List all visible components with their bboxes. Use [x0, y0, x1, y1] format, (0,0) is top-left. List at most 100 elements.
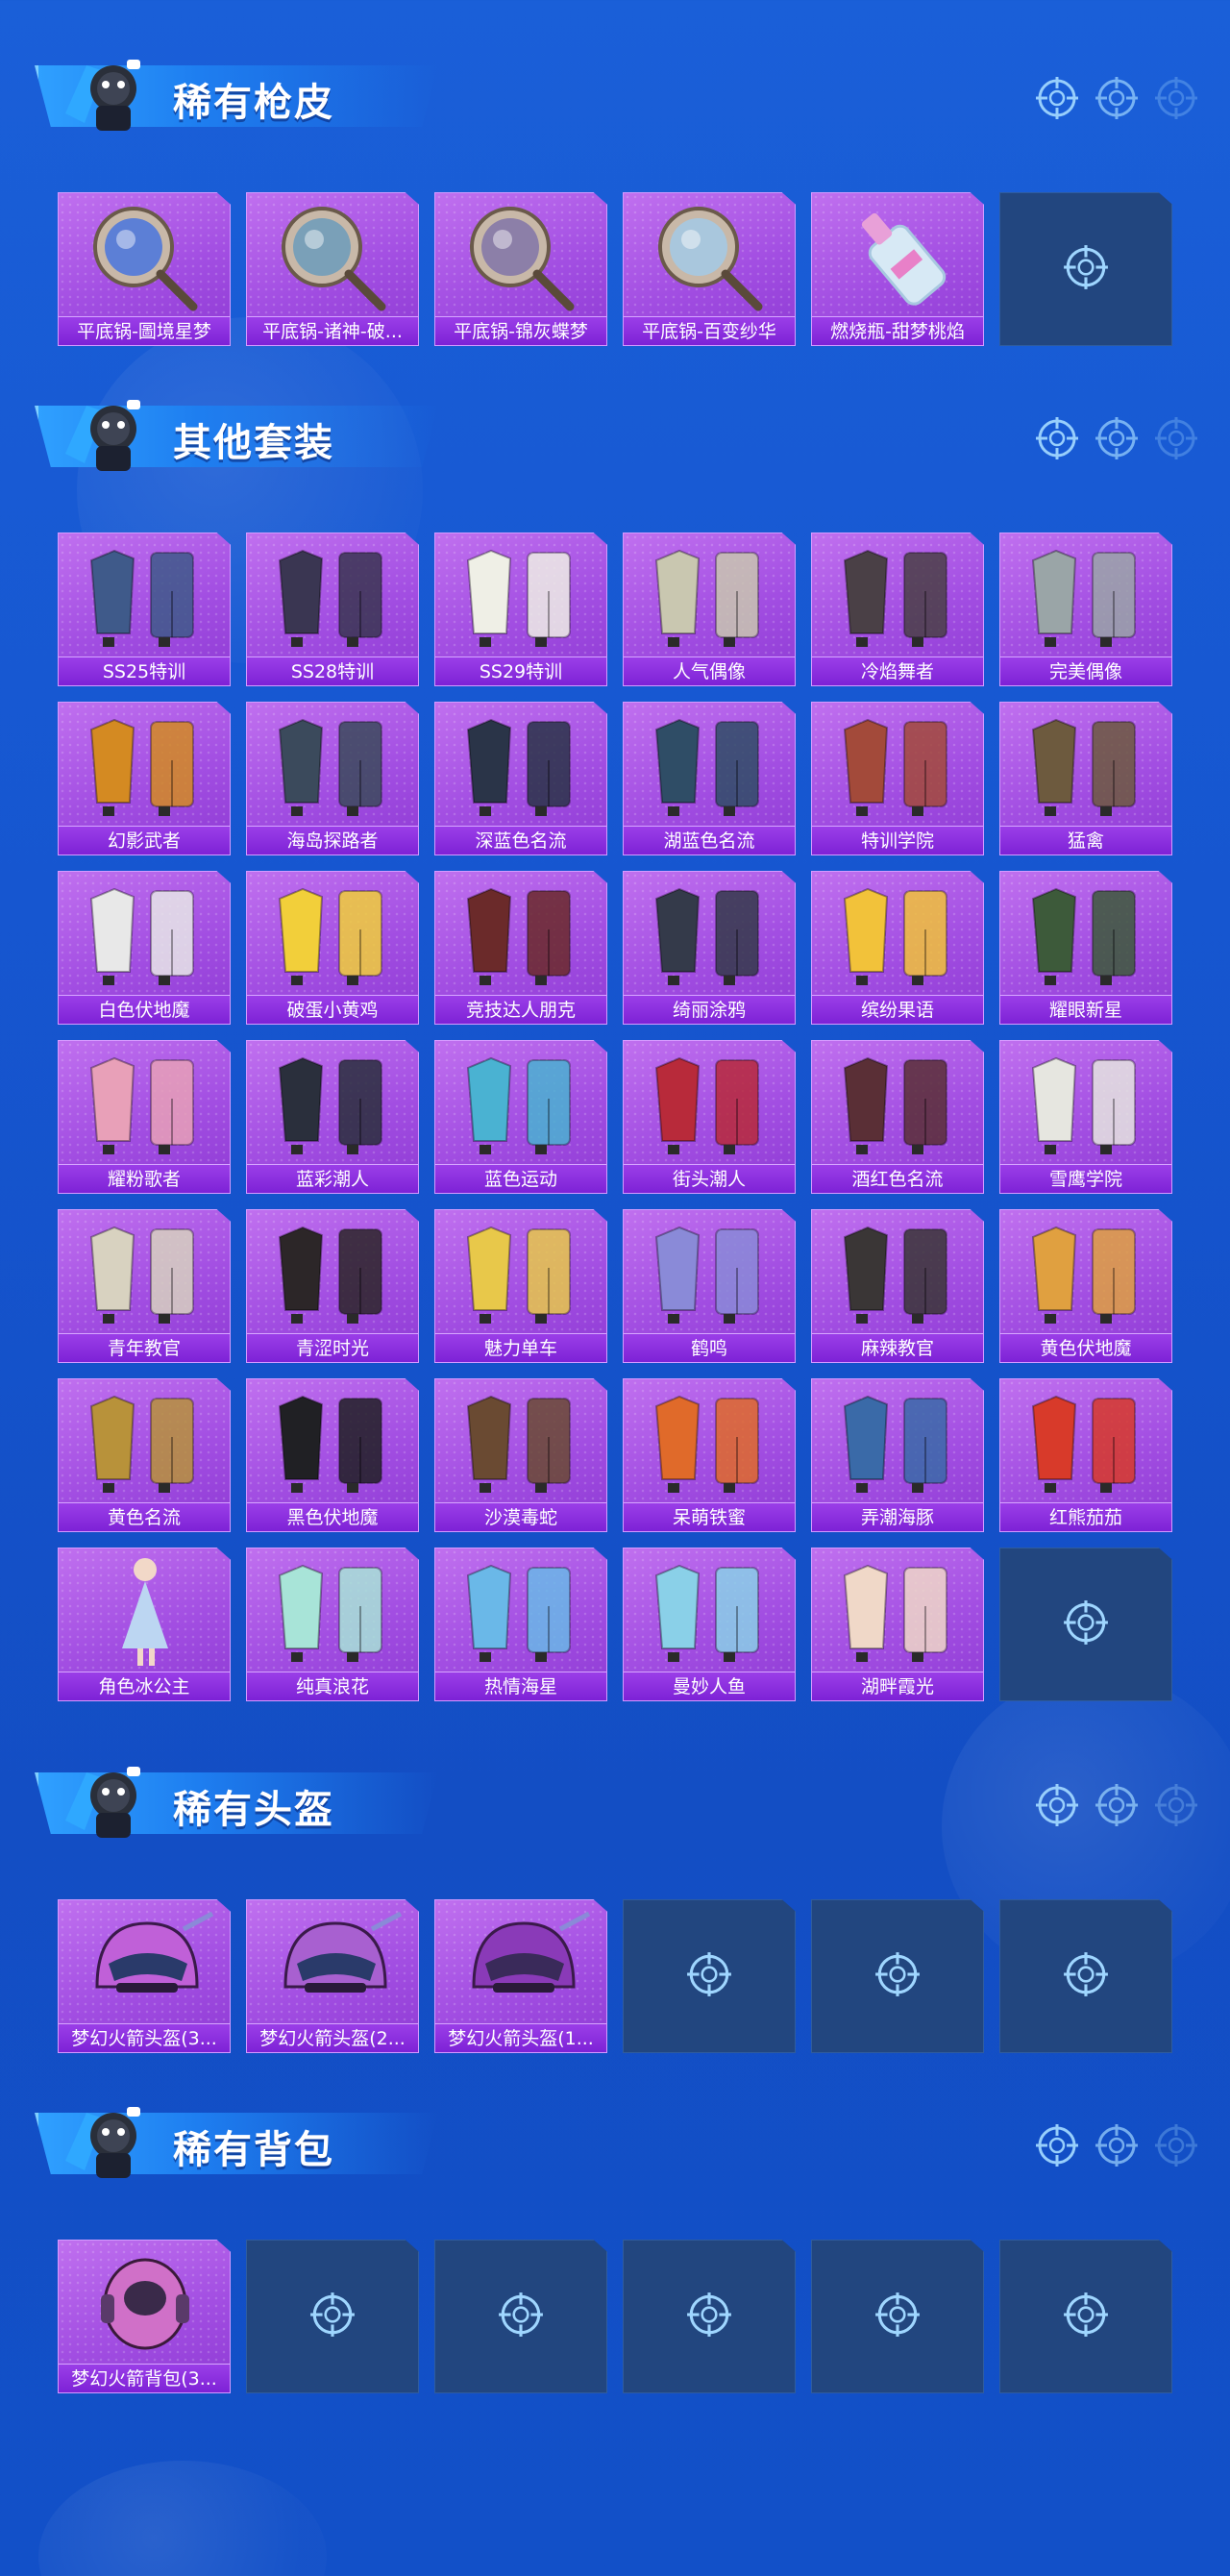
- item-label: 蓝彩潮人: [247, 1164, 418, 1193]
- item-label: 完美偶像: [1000, 656, 1171, 685]
- item-card[interactable]: SS28特训: [246, 533, 419, 686]
- outfit-icon: [624, 1379, 795, 1502]
- crosshair-icon: [1153, 2122, 1199, 2173]
- empty-slot[interactable]: [999, 1548, 1172, 1701]
- item-label: 雪鹰学院: [1000, 1164, 1171, 1193]
- crosshair-icon: [1062, 1598, 1110, 1651]
- crosshair-deco: [1034, 2122, 1199, 2173]
- item-card[interactable]: 梦幻火箭背包(3...: [58, 2240, 231, 2393]
- item-label: 青涩时光: [247, 1333, 418, 1362]
- empty-slot[interactable]: [999, 1899, 1172, 2053]
- item-card[interactable]: 沙漠毒蛇: [434, 1378, 607, 1532]
- item-card[interactable]: 热情海星: [434, 1548, 607, 1701]
- item-label: 梦幻火箭头盔(1...: [435, 2023, 606, 2052]
- item-card[interactable]: SS25特训: [58, 533, 231, 686]
- empty-slot[interactable]: [434, 2240, 607, 2393]
- item-label: 平底锅-锦灰蝶梦: [435, 316, 606, 345]
- item-label: 街头潮人: [624, 1164, 795, 1193]
- item-card[interactable]: 纯真浪花: [246, 1548, 419, 1701]
- item-card[interactable]: 猛禽: [999, 702, 1172, 855]
- item-card[interactable]: 黄色伏地魔: [999, 1209, 1172, 1363]
- item-card[interactable]: 黑色伏地魔: [246, 1378, 419, 1532]
- outfit-icon: [435, 1379, 606, 1502]
- item-card[interactable]: 湖蓝色名流: [623, 702, 796, 855]
- item-card[interactable]: 人气偶像: [623, 533, 796, 686]
- item-card[interactable]: 燃烧瓶-甜梦桃焰: [811, 192, 984, 346]
- item-card[interactable]: 破蛋小黄鸡: [246, 871, 419, 1025]
- pan-icon: [624, 193, 795, 316]
- empty-slot[interactable]: [246, 2240, 419, 2393]
- empty-slot[interactable]: [999, 2240, 1172, 2393]
- item-card[interactable]: 竞技达人朋克: [434, 871, 607, 1025]
- item-card[interactable]: 白色伏地魔: [58, 871, 231, 1025]
- item-card[interactable]: 蓝彩潮人: [246, 1040, 419, 1194]
- item-card[interactable]: 冷焰舞者: [811, 533, 984, 686]
- outfit-icon: [435, 1041, 606, 1164]
- crosshair-icon: [1153, 1782, 1199, 1833]
- outfit-icon: [435, 1210, 606, 1333]
- item-card[interactable]: 平底锅-圖境星梦: [58, 192, 231, 346]
- item-card[interactable]: 魅力单车: [434, 1209, 607, 1363]
- item-label: 曼妙人鱼: [624, 1672, 795, 1700]
- mascot-icon: [58, 2093, 154, 2190]
- outfit-icon: [247, 1379, 418, 1502]
- item-card[interactable]: 特训学院: [811, 702, 984, 855]
- item-card[interactable]: 海岛探路者: [246, 702, 419, 855]
- outfit-icon: [1000, 533, 1171, 656]
- section-4: 稀有背包 梦幻火箭背包(3...: [0, 2076, 1230, 2409]
- item-card[interactable]: 绮丽涂鸦: [623, 871, 796, 1025]
- item-card[interactable]: 角色冰公主: [58, 1548, 231, 1701]
- item-label: 黑色伏地魔: [247, 1502, 418, 1531]
- item-label: 魅力单车: [435, 1333, 606, 1362]
- section-title: 稀有背包: [173, 2128, 334, 2172]
- empty-slot[interactable]: [811, 2240, 984, 2393]
- item-card[interactable]: 呆萌铁蜜: [623, 1378, 796, 1532]
- crosshair-icon: [1094, 415, 1140, 466]
- crosshair-icon: [1062, 1950, 1110, 2003]
- item-card[interactable]: 鹤鸣: [623, 1209, 796, 1363]
- crosshair-icon: [1094, 75, 1140, 126]
- item-card[interactable]: 酒红色名流: [811, 1040, 984, 1194]
- item-card[interactable]: 湖畔霞光: [811, 1548, 984, 1701]
- item-card[interactable]: 平底锅-锦灰蝶梦: [434, 192, 607, 346]
- item-card[interactable]: 缤纷果语: [811, 871, 984, 1025]
- empty-slot[interactable]: [623, 2240, 796, 2393]
- item-card[interactable]: 蓝色运动: [434, 1040, 607, 1194]
- item-card[interactable]: 梦幻火箭头盔(2...: [246, 1899, 419, 2053]
- crosshair-deco: [1034, 415, 1199, 466]
- empty-slot[interactable]: [623, 1899, 796, 2053]
- item-card[interactable]: 麻辣教官: [811, 1209, 984, 1363]
- helmet-icon: [59, 1900, 230, 2023]
- item-card[interactable]: SS29特训: [434, 533, 607, 686]
- item-card[interactable]: 平底锅-诸神-破...: [246, 192, 419, 346]
- outfit-icon: [435, 872, 606, 995]
- item-card[interactable]: 梦幻火箭头盔(3...: [58, 1899, 231, 2053]
- item-card[interactable]: 完美偶像: [999, 533, 1172, 686]
- mascot-icon: [58, 46, 154, 142]
- crosshair-icon: [1034, 2122, 1080, 2173]
- item-card[interactable]: 平底锅-百变纱华: [623, 192, 796, 346]
- item-card[interactable]: 青涩时光: [246, 1209, 419, 1363]
- empty-slot[interactable]: [999, 192, 1172, 346]
- item-card[interactable]: 梦幻火箭头盔(1...: [434, 1899, 607, 2053]
- item-card[interactable]: 曼妙人鱼: [623, 1548, 796, 1701]
- item-card[interactable]: 耀眼新星: [999, 871, 1172, 1025]
- empty-slot[interactable]: [811, 1899, 984, 2053]
- item-card[interactable]: 红熊茄茄: [999, 1378, 1172, 1532]
- item-card[interactable]: 弄潮海豚: [811, 1378, 984, 1532]
- outfit-icon: [59, 1210, 230, 1333]
- crosshair-icon: [1034, 75, 1080, 126]
- item-card[interactable]: 雪鹰学院: [999, 1040, 1172, 1194]
- item-card[interactable]: 耀粉歌者: [58, 1040, 231, 1194]
- item-card[interactable]: 街头潮人: [623, 1040, 796, 1194]
- item-card[interactable]: 深蓝色名流: [434, 702, 607, 855]
- pan-icon: [247, 193, 418, 316]
- section-header: 稀有枪皮: [0, 29, 1230, 135]
- item-card[interactable]: 黄色名流: [58, 1378, 231, 1532]
- crosshair-icon: [873, 1950, 922, 2003]
- item-card[interactable]: 幻影武者: [58, 702, 231, 855]
- item-label: 竞技达人朋克: [435, 995, 606, 1024]
- crosshair-deco: [1034, 1782, 1199, 1833]
- item-card[interactable]: 青年教官: [58, 1209, 231, 1363]
- figure-icon: [59, 1548, 230, 1672]
